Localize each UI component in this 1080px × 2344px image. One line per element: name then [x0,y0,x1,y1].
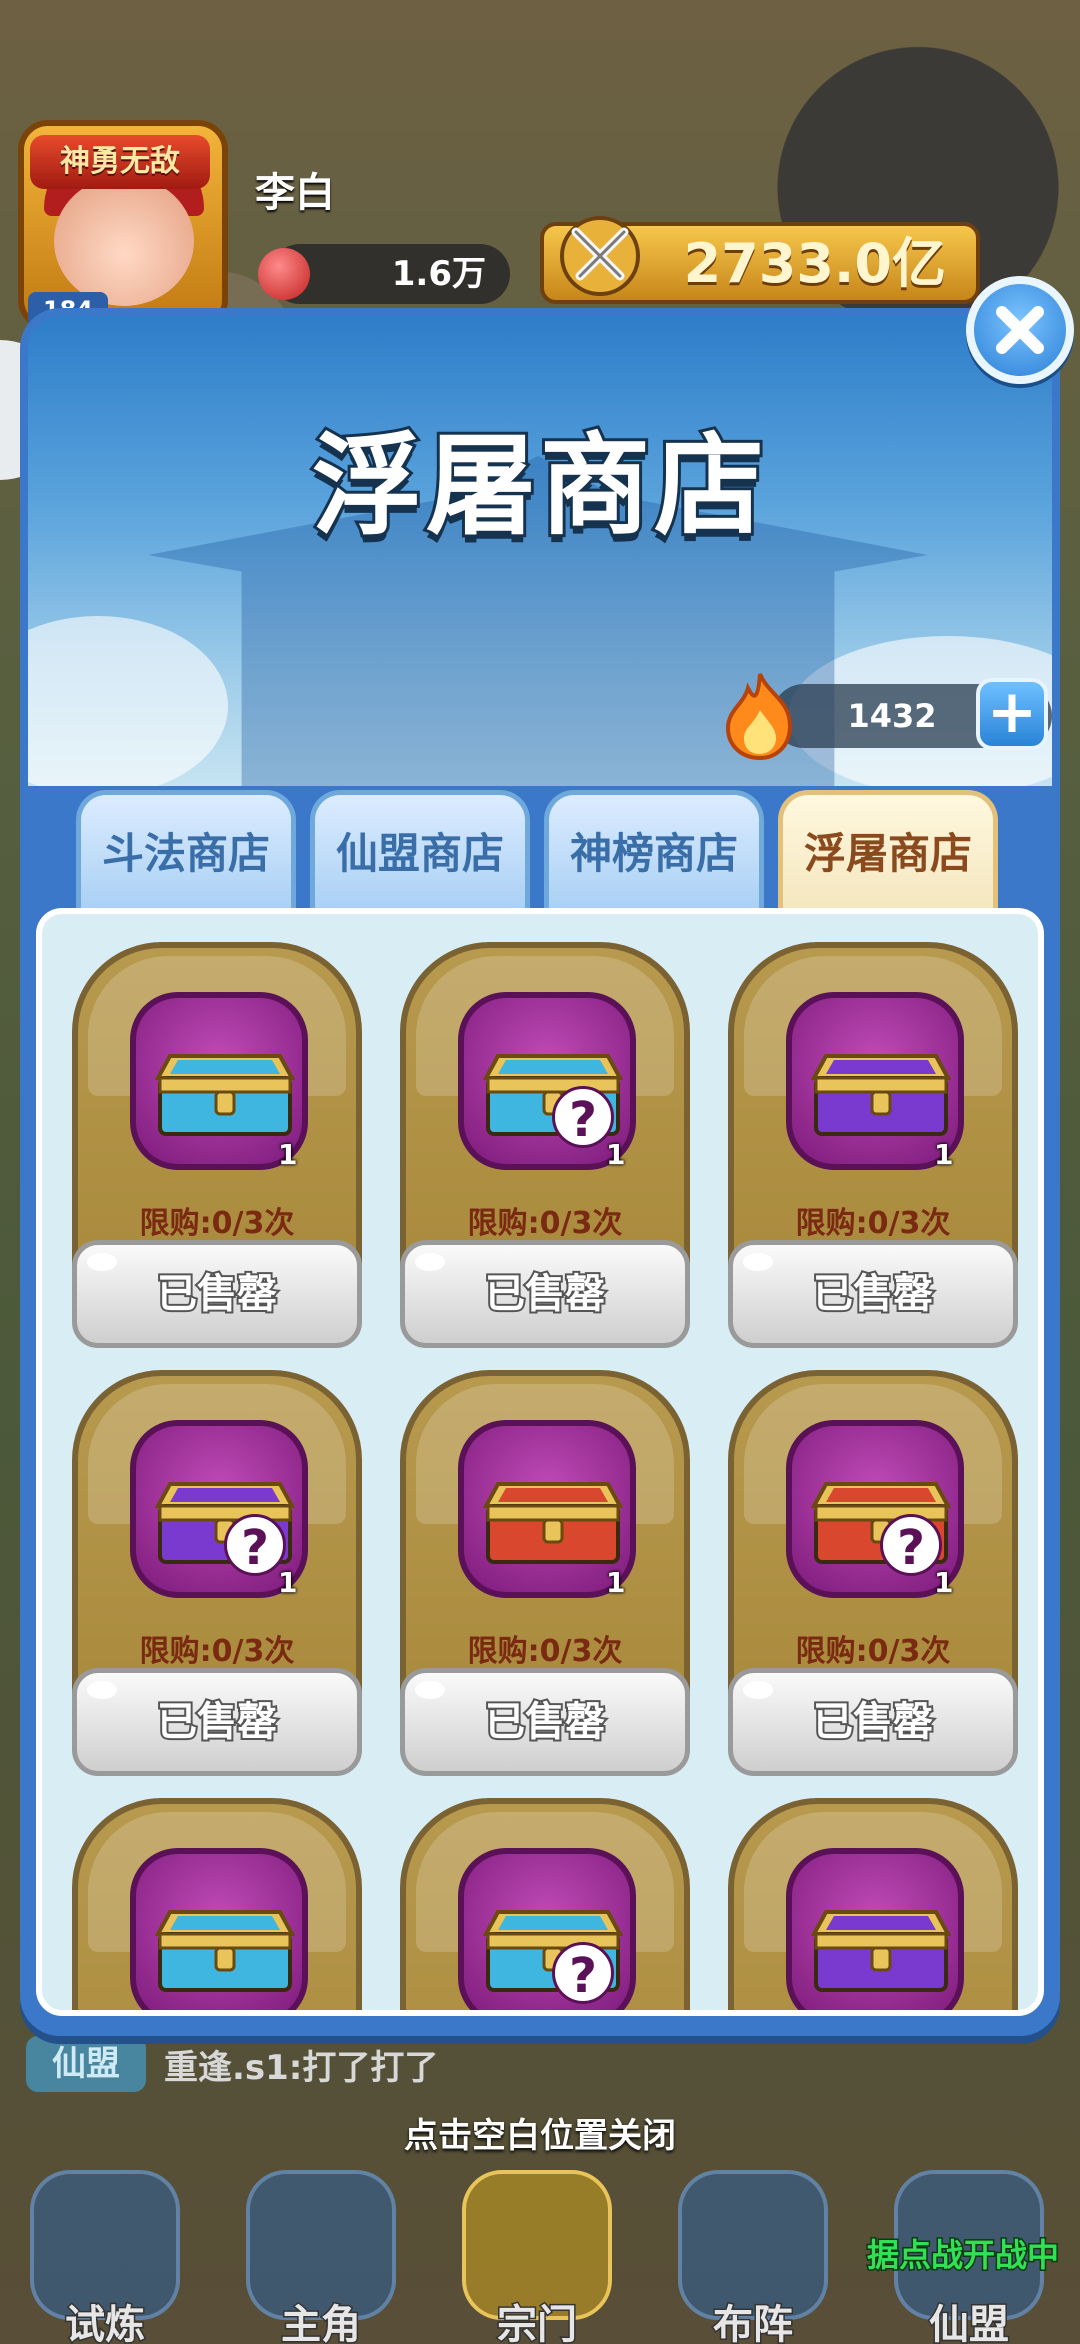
item-quantity: 1 [934,1138,954,1171]
item-quantity: 1 [934,1566,954,1599]
item-quantity: 1 [278,1566,298,1599]
bottom-nav: 试炼 主角 宗门 布阵 据点战开战中 仙盟 [0,2150,1080,2344]
currency-value: 1432 [847,697,937,735]
treasure-chest-icon [154,1054,296,1136]
purchase-limit: 限购:0/3次 [467,1634,623,1669]
nav-label: 宗门 [496,2301,579,2344]
player-name: 李白 [255,170,335,216]
item-frame: 1 [786,992,964,1171]
item-frame: ? 1 [130,1420,308,1599]
item-frame: ? [458,1848,636,2010]
sold-out-button[interactable]: 已售罄 [400,1240,690,1348]
cloud-decoration [28,616,228,786]
shop-banner: 浮屠商店 1432 + [28,316,1052,786]
treasure-chest-icon [154,1910,296,1992]
shop-tabs: 斗法商店 仙盟商店 神榜商店 浮屠商店 [76,790,1016,910]
purchase-limit: 限购:0/3次 [139,1634,295,1669]
chat-message: 重逢.s1:打了打了 [164,2048,439,2088]
add-currency-button[interactable]: + [976,678,1048,750]
shop-item-panel[interactable]: 1 限购:0/3次 已售罄? 1 限购:0/3次 已售罄 1 限购:0/3次 已售罄? 1 限购:0… [36,908,1044,2016]
crossed-swords-icon [560,216,640,296]
shop-item-card[interactable]: 1 限购:0/3次 已售罄 [728,942,1018,1348]
shop-item-card[interactable]: ? 1 限购:0/3次 已售罄 [728,1370,1018,1776]
mystery-question-icon: ? [552,1942,614,2004]
purchase-limit: 限购:0/3次 [795,1634,951,1669]
item-frame: ? 1 [786,1420,964,1599]
sold-out-button[interactable]: 已售罄 [728,1240,1018,1348]
sold-out-button[interactable]: 已售罄 [400,1668,690,1776]
mystery-question-icon: ? [880,1514,942,1576]
item-frame [786,1848,964,2010]
nav-xianmeng[interactable]: 据点战开战中 仙盟 [864,2150,1074,2344]
item-frame [130,1848,308,2010]
item-frame: 1 [458,1420,636,1599]
nav-buzhen[interactable]: 布阵 [648,2150,858,2344]
shop-item-card[interactable] [728,1798,1018,2010]
mystery-question-icon: ? [552,1086,614,1148]
sold-out-button[interactable]: 已售罄 [72,1240,362,1348]
item-quantity: 1 [606,1138,626,1171]
treasure-chest-icon [810,1910,952,1992]
tab-futu-shop[interactable]: 浮屠商店 [778,790,998,910]
mystery-question-icon: ? [224,1514,286,1576]
nav-event-badge: 据点战开战中 [865,2235,1060,2276]
treasure-chest-icon [482,1482,624,1564]
apple-icon [258,248,310,300]
nav-label: 仙盟 [928,2301,1011,2344]
nav-shilian[interactable]: 试炼 [0,2150,210,2344]
shop-item-card[interactable]: ? 1 限购:0/3次 已售罄 [72,1370,362,1776]
item-quantity: 1 [606,1566,626,1599]
flame-icon [725,673,793,760]
sold-out-button[interactable]: 已售罄 [72,1668,362,1776]
shop-item-grid: 1 限购:0/3次 已售罄? 1 限购:0/3次 已售罄 1 限购:0/3次 已售罄? 1 限购:0… [72,942,1022,2010]
item-quantity: 1 [278,1138,298,1171]
purchase-limit: 限购:0/3次 [139,1206,295,1241]
avatar-face [54,176,194,306]
nav-label: 主角 [280,2301,363,2344]
shop-title: 浮屠商店 [309,419,768,553]
shop-item-card[interactable]: 1 限购:0/3次 已售罄 [400,1370,690,1776]
nav-label: 试炼 [64,2301,147,2344]
nav-zongmen[interactable]: 宗门 [432,2150,642,2344]
treasure-chest-icon [810,1054,952,1136]
purchase-limit: 限购:0/3次 [795,1206,951,1241]
nav-label: 布阵 [712,2301,795,2344]
chat-bar[interactable]: 仙盟 重逢.s1:打了打了 [0,2030,1080,2110]
top-hud: 神勇无敌 184 李白 1.6万 2733.0亿 [0,0,1080,330]
item-frame: 1 [130,992,308,1171]
nav-zhujiao[interactable]: 主角 [216,2150,426,2344]
tab-xianmeng-shop[interactable]: 仙盟商店 [310,790,530,910]
shop-item-card[interactable]: 1 限购:0/3次 已售罄 [72,942,362,1348]
tab-doufa-shop[interactable]: 斗法商店 [76,790,296,910]
avatar-title-badge: 神勇无敌 [30,135,210,189]
shop-item-card[interactable]: ? 1 限购:0/3次 已售罄 [400,942,690,1348]
close-button[interactable] [966,276,1074,384]
purchase-limit: 限购:0/3次 [467,1206,623,1241]
shop-item-card[interactable] [72,1798,362,2010]
close-icon [996,306,1044,354]
shop-item-card[interactable]: ? [400,1798,690,2010]
chat-channel-tag[interactable]: 仙盟 [26,2036,146,2092]
item-frame: ? 1 [458,992,636,1171]
sold-out-button[interactable]: 已售罄 [728,1668,1018,1776]
tab-shenbang-shop[interactable]: 神榜商店 [544,790,764,910]
